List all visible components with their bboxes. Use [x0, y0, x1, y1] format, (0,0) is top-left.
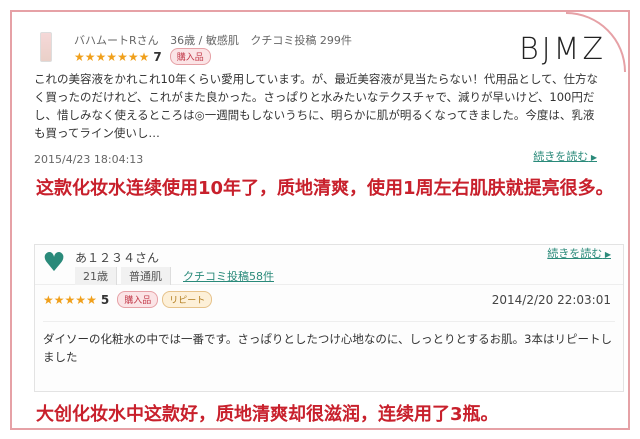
star-icon: ★	[43, 292, 54, 307]
star-icon: ★	[86, 292, 97, 307]
reviewer-age: 21歳	[75, 267, 117, 285]
review-2-header: ♥ あ１２３４さん 21歳 普通肌 クチコミ投稿58件	[35, 245, 623, 285]
review-1-meta: バハムートRさん 36歳 / 敏感肌 クチコミ投稿 299件	[74, 32, 360, 48]
review-1-body: これの美容液をかれこれ10年くらい愛用しています。が、最近美容液が見当たらない！…	[34, 72, 598, 140]
star-icon: ★	[117, 49, 128, 64]
purchase-badge: 購入品	[117, 291, 159, 308]
reviewer-name[interactable]: バハムートRさん	[74, 34, 159, 47]
caption-2: 大创化妆水中这款好，质地清爽却很滋润，连续用了3瓶。	[36, 404, 499, 425]
star-icon: ★	[138, 49, 150, 64]
review-2-body: ダイソーの化粧水の中では一番です。さっぱりとしたつけ心地なのに、しっとりとするお…	[43, 321, 615, 366]
star-icon: ★	[127, 49, 139, 64]
frame: BJMZ バハムートRさん 36歳 / 敏感肌 クチコミ投稿 299件 ★ ★ …	[10, 10, 630, 430]
star-icon: ★	[84, 49, 96, 64]
read-more-link[interactable]: 続きを読む	[533, 148, 597, 164]
star-icon: ★	[95, 49, 107, 64]
review-2-rating-row: ★ ★ ★ ★ ★ 5 購入品 リピート 2014/2/20 22:03:01	[35, 285, 623, 309]
reviewer-posts-link[interactable]: クチコミ投稿58件	[175, 267, 282, 285]
read-more-link[interactable]: 続きを読む	[547, 245, 611, 385]
review-1-rating: ★ ★ ★ ★ ★ ★ ★ 7 購入品	[74, 48, 211, 65]
star-icon: ★	[106, 49, 118, 64]
reviewer-skin: 普通肌	[121, 267, 171, 285]
review-1-header: バハムートRさん 36歳 / 敏感肌 クチコミ投稿 299件 ★ ★ ★ ★ ★…	[34, 28, 609, 65]
reviewer-name[interactable]: あ１２３４さん	[75, 249, 159, 266]
bottle-icon	[40, 32, 52, 62]
caption-1: 这款化妆水连续使用10年了，质地清爽，使用1周左右肌肤就提亮很多。	[36, 178, 614, 199]
star-icon: ★	[74, 49, 85, 64]
star-icon: ★	[64, 292, 76, 307]
review-1-footer: 2015/4/23 18:04:13 続きを読む	[34, 148, 609, 168]
reviewer-tags: 21歳 普通肌 クチコミ投稿58件	[75, 267, 286, 285]
review-date: 2015/4/23 18:04:13	[34, 153, 144, 166]
heart-icon: ♥	[42, 248, 66, 278]
reviewer-posts: クチコミ投稿 299件	[250, 34, 352, 47]
review-card-1: バハムートRさん 36歳 / 敏感肌 クチコミ投稿 299件 ★ ★ ★ ★ ★…	[34, 28, 609, 168]
review-2-rating: ★ ★ ★ ★ ★ 5 購入品 リピート	[43, 291, 213, 308]
star-icon: ★	[75, 292, 87, 307]
rating-value: 5	[100, 292, 110, 307]
repeat-badge: リピート	[162, 291, 213, 308]
reviewer-profile: 36歳 / 敏感肌	[170, 34, 239, 47]
review-card-2: ♥ あ１２３４さん 21歳 普通肌 クチコミ投稿58件 ★ ★ ★ ★ ★ 5 …	[34, 244, 624, 392]
rating-value: 7	[153, 49, 162, 64]
purchase-badge: 購入品	[169, 48, 211, 65]
star-icon: ★	[53, 292, 65, 307]
